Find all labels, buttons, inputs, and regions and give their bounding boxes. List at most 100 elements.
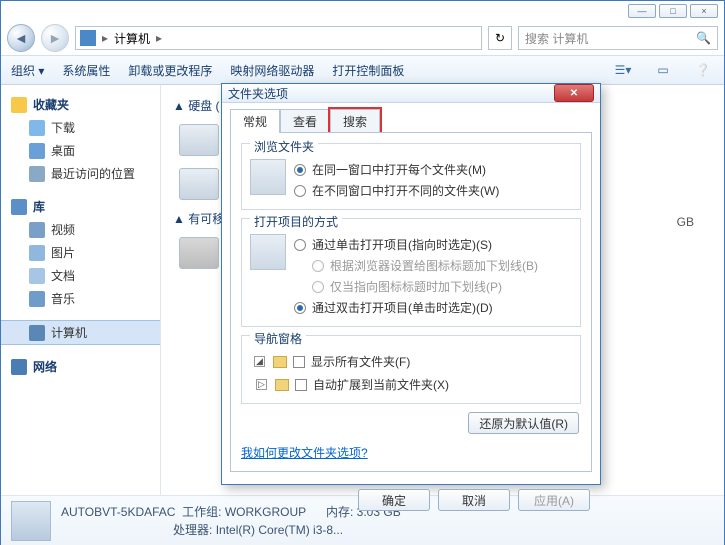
organize-menu[interactable]: 组织 ▾: [11, 62, 44, 79]
radio-icon: [312, 281, 324, 293]
search-placeholder: 搜索 计算机: [525, 30, 588, 47]
system-properties[interactable]: 系统属性: [62, 62, 110, 79]
radio-icon: [294, 164, 306, 176]
view-mode-icon[interactable]: ☰▾: [612, 61, 634, 79]
network-icon: [11, 359, 27, 375]
checkbox-icon[interactable]: [295, 379, 307, 391]
music-icon: [29, 291, 45, 307]
toolbar: 组织 ▾ 系统属性 卸载或更改程序 映射网络驱动器 打开控制面板 ☰▾ ▭ ❔: [1, 55, 724, 85]
radio-underline-browser: 根据浏览器设置给图标标题加下划线(B): [294, 255, 538, 276]
breadcrumb-sep: ▸: [102, 31, 108, 45]
breadcrumb-location[interactable]: 计算机: [114, 30, 150, 47]
drive-icon: [179, 168, 219, 200]
downloads-icon: [29, 120, 45, 136]
refresh-button[interactable]: ↻: [488, 26, 512, 50]
sidebar: 收藏夹 下载 桌面 最近访问的位置 库 视频 图片 文档 音乐 计算机 网络: [1, 85, 161, 495]
tab-view[interactable]: 查看: [280, 109, 330, 133]
check-auto-expand[interactable]: ▷自动扩展到当前文件夹(X): [254, 374, 572, 395]
maximize-button[interactable]: □: [659, 4, 687, 18]
dialog-titlebar[interactable]: 文件夹选项 ✕: [222, 84, 600, 103]
map-network-drive[interactable]: 映射网络驱动器: [230, 62, 314, 79]
sidebar-libraries[interactable]: 库: [1, 195, 160, 218]
folder-options-dialog: 文件夹选项 ✕ 常规 查看 搜索 浏览文件夹 在同一窗口中打开每个文件夹(M) …: [221, 83, 601, 485]
fieldset-nav-pane: 导航窗格 ◢显示所有文件夹(F) ▷自动扩展到当前文件夹(X): [241, 335, 581, 404]
radio-underline-hover: 仅当指向图标标题时加下划线(P): [294, 276, 538, 297]
tree-expand-icon[interactable]: ▷: [256, 379, 267, 390]
fieldset-browse: 浏览文件夹 在同一窗口中打开每个文件夹(M) 在不同窗口中打开不同的文件夹(W): [241, 143, 581, 210]
fieldset-click: 打开项目的方式 通过单击打开项目(指向时选定)(S) 根据浏览器设置给图标标题加…: [241, 218, 581, 327]
click-icon: [250, 234, 286, 270]
legend-browse: 浏览文件夹: [250, 138, 318, 155]
check-show-all-folders[interactable]: ◢显示所有文件夹(F): [254, 351, 572, 372]
sidebar-item-pictures[interactable]: 图片: [1, 241, 160, 264]
library-icon: [11, 199, 27, 215]
dvd-icon: [179, 237, 219, 269]
sidebar-item-music[interactable]: 音乐: [1, 287, 160, 310]
legend-click: 打开项目的方式: [250, 213, 342, 230]
address-bar[interactable]: ▸ 计算机 ▸: [75, 26, 482, 50]
computer-name: AUTOBVT-5KDAFAC: [61, 505, 175, 519]
computer-large-icon: [11, 501, 51, 541]
minimize-button[interactable]: —: [628, 4, 656, 18]
legend-nav: 导航窗格: [250, 330, 306, 347]
back-button[interactable]: ◄: [7, 24, 35, 52]
radio-double-click[interactable]: 通过双击打开项目(单击时选定)(D): [294, 297, 538, 318]
sidebar-item-desktop[interactable]: 桌面: [1, 139, 160, 162]
address-row: ◄ ► ▸ 计算机 ▸ ↻ 搜索 计算机 🔍: [1, 21, 724, 55]
computer-icon: [80, 30, 96, 46]
free-space-label: GB: [677, 215, 694, 229]
picture-icon: [29, 245, 45, 261]
browse-folders-icon: [250, 159, 286, 195]
sidebar-item-documents[interactable]: 文档: [1, 264, 160, 287]
desktop-icon: [29, 143, 45, 159]
uninstall-programs[interactable]: 卸载或更改程序: [128, 62, 212, 79]
breadcrumb-sep: ▸: [156, 31, 162, 45]
open-control-panel[interactable]: 打开控制面板: [332, 62, 404, 79]
radio-icon: [312, 260, 324, 272]
star-icon: [11, 97, 27, 113]
radio-icon: [294, 185, 306, 197]
help-icon[interactable]: ❔: [692, 61, 714, 79]
cpu-value: Intel(R) Core(TM) i3-8...: [216, 523, 343, 537]
folder-icon: [273, 356, 287, 368]
dialog-title: 文件夹选项: [228, 85, 554, 102]
window-titlebar: — □ ×: [1, 1, 724, 21]
sidebar-network[interactable]: 网络: [1, 355, 160, 378]
sidebar-item-recent[interactable]: 最近访问的位置: [1, 162, 160, 185]
checkbox-icon[interactable]: [293, 356, 305, 368]
recent-icon: [29, 166, 45, 182]
tab-general[interactable]: 常规: [230, 109, 280, 133]
tab-strip: 常规 查看 搜索: [222, 103, 600, 133]
search-box[interactable]: 搜索 计算机 🔍: [518, 26, 718, 50]
dialog-close-button[interactable]: ✕: [554, 84, 594, 102]
sidebar-item-videos[interactable]: 视频: [1, 218, 160, 241]
ok-button[interactable]: 确定: [358, 489, 430, 511]
workgroup-label: 工作组:: [182, 505, 221, 519]
help-link[interactable]: 我如何更改文件夹选项?: [241, 446, 368, 460]
search-icon: 🔍: [696, 31, 711, 45]
document-icon: [29, 268, 45, 284]
apply-button[interactable]: 应用(A): [518, 489, 590, 511]
radio-icon: [294, 302, 306, 314]
dialog-footer: 确定 取消 应用(A): [222, 481, 600, 521]
tree-collapse-icon[interactable]: ◢: [254, 356, 265, 367]
cpu-label: 处理器:: [173, 523, 212, 537]
radio-single-click[interactable]: 通过单击打开项目(指向时选定)(S): [294, 234, 538, 255]
computer-icon: [29, 325, 45, 341]
forward-button[interactable]: ►: [41, 24, 69, 52]
sidebar-item-computer[interactable]: 计算机: [1, 320, 160, 345]
folder-icon: [275, 379, 289, 391]
sidebar-favorites[interactable]: 收藏夹: [1, 93, 160, 116]
drive-icon: [179, 124, 219, 156]
radio-icon: [294, 239, 306, 251]
cancel-button[interactable]: 取消: [438, 489, 510, 511]
radio-new-window[interactable]: 在不同窗口中打开不同的文件夹(W): [294, 180, 499, 201]
dialog-body: 浏览文件夹 在同一窗口中打开每个文件夹(M) 在不同窗口中打开不同的文件夹(W)…: [230, 132, 592, 472]
radio-same-window[interactable]: 在同一窗口中打开每个文件夹(M): [294, 159, 499, 180]
sidebar-item-downloads[interactable]: 下载: [1, 116, 160, 139]
preview-pane-icon[interactable]: ▭: [652, 61, 674, 79]
close-button[interactable]: ×: [690, 4, 718, 18]
tab-search[interactable]: 搜索: [330, 109, 380, 133]
video-icon: [29, 222, 45, 238]
restore-defaults-button[interactable]: 还原为默认值(R): [468, 412, 579, 434]
